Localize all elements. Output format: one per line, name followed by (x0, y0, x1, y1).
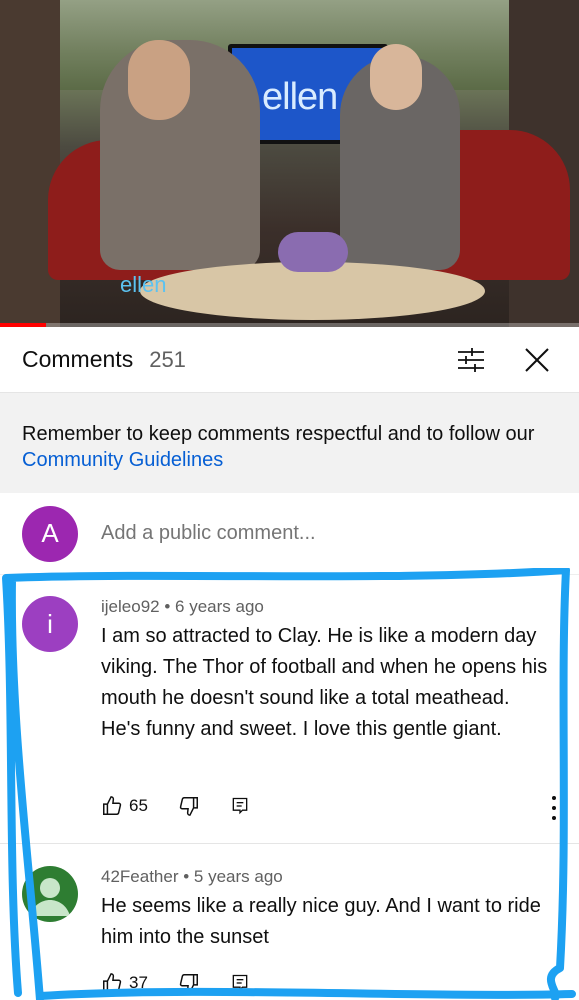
comment-text: He seems like a really nice guy. And I w… (101, 895, 541, 948)
comments-count: 251 (149, 346, 186, 372)
community-guidelines-link[interactable]: Community Guidelines (22, 449, 223, 471)
comment-actions: 65 (101, 795, 280, 817)
thumbs-up-icon (103, 796, 122, 815)
comment-author[interactable]: ijeleo92 (101, 597, 160, 616)
comment-meta: ijeleo92 • 6 years ago (101, 597, 264, 616)
default-person-icon (30, 878, 70, 916)
comment-time[interactable]: 6 years ago (175, 597, 264, 616)
like-count: 37 (129, 973, 148, 992)
guidelines-banner: Remember to keep comments respectful and… (0, 393, 579, 493)
video-player[interactable]: ellen ellen (0, 0, 579, 327)
comment-meta: 42Feather • 5 years ago (101, 867, 283, 886)
reply-button[interactable] (230, 973, 250, 993)
dislike-button[interactable] (178, 795, 200, 817)
thumbs-up-icon (103, 973, 122, 992)
close-icon (525, 347, 549, 372)
video-flowers (278, 232, 348, 272)
comment-item: 42Feather • 5 years ago He seems like a … (101, 867, 551, 953)
banner-text: Remember to keep comments respectful and… (22, 423, 535, 445)
like-button[interactable]: 37 (101, 972, 148, 994)
video-guest-head (128, 40, 190, 120)
like-count: 65 (129, 796, 148, 815)
comment-more-options-button[interactable] (549, 796, 559, 820)
thumbs-down-icon (179, 974, 198, 993)
reply-comment-icon (232, 797, 248, 815)
video-watermark-logo: ellen (120, 272, 167, 297)
comment-item: ijeleo92 • 6 years ago I am so attracted… (101, 597, 551, 745)
comments-header: Comments 251 (0, 327, 579, 393)
add-comment-row: A (0, 493, 579, 575)
user-avatar[interactable]: A (22, 505, 78, 562)
thumbs-down-icon (179, 797, 198, 816)
commenter-avatar[interactable] (22, 866, 78, 922)
comment-actions: 37 (101, 972, 280, 994)
video-host-head (370, 44, 422, 110)
filter-sliders-icon (458, 347, 484, 372)
comments-title: Comments (22, 346, 134, 372)
comment-divider (0, 843, 579, 844)
dislike-button[interactable] (178, 972, 200, 994)
reply-comment-icon (232, 974, 248, 992)
comment-time[interactable]: 5 years ago (194, 867, 283, 886)
comment-author[interactable]: 42Feather (101, 867, 179, 886)
add-comment-input[interactable] (101, 522, 521, 545)
commenter-avatar[interactable]: i (22, 596, 78, 652)
tv-logo-text: ellen (262, 76, 338, 118)
like-button[interactable]: 65 (101, 795, 148, 817)
close-button[interactable] (517, 340, 557, 380)
reply-button[interactable] (230, 796, 250, 816)
comment-text: I am so attracted to Clay. He is like a … (101, 625, 548, 740)
sort-filter-button[interactable] (451, 340, 491, 380)
